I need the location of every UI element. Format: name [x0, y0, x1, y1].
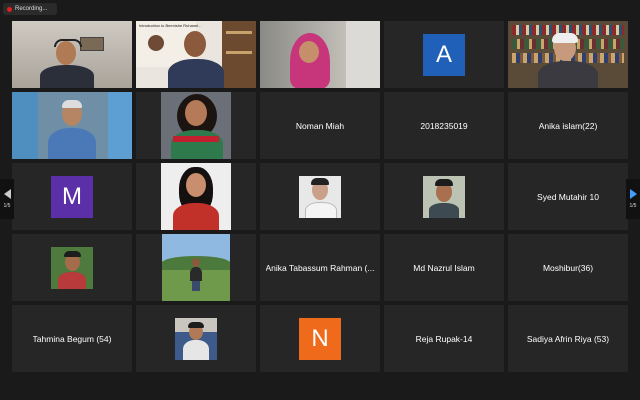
video-tile-man-door[interactable]	[12, 92, 132, 159]
participant-tile-anika-tabassum[interactable]: Anika Tabassum Rahman (...	[260, 234, 380, 301]
participant-tile-moshibur[interactable]: Moshibur(36)	[508, 234, 628, 301]
video-tile-man-glasses[interactable]	[384, 163, 504, 230]
video-feed	[161, 163, 231, 230]
avatar: A	[423, 33, 465, 76]
next-page-button[interactable]: 1/5	[626, 179, 640, 219]
video-feed	[508, 21, 628, 88]
video-tile-man-hill[interactable]	[136, 234, 256, 301]
record-dot-icon	[7, 6, 12, 12]
video-feed: Introduction to Beenishe Ruhanel...	[136, 21, 256, 88]
participant-name: Sadiya Afrin Riya (53)	[526, 333, 610, 344]
video-tile-woman-saree[interactable]	[136, 92, 256, 159]
participant-name: Reja Rupak-14	[415, 333, 473, 344]
participant-tile-m[interactable]: M	[12, 163, 132, 230]
video-tile-man-headset[interactable]	[12, 21, 132, 88]
participant-tile-2018235019[interactable]: 2018235019	[384, 92, 504, 159]
participant-tile-noman[interactable]: Noman Miah	[260, 92, 380, 159]
video-feed	[51, 246, 93, 289]
chevron-right-icon	[629, 189, 637, 199]
video-feed	[12, 92, 132, 159]
participant-tile-nazrul[interactable]: Md Nazrul Islam	[384, 234, 504, 301]
recording-label: Recording...	[15, 6, 48, 12]
participant-tile-a[interactable]: A	[384, 21, 504, 88]
gallery-grid: Introduction to Beenishe Ruhanel... A No…	[12, 21, 629, 373]
recording-indicator: Recording...	[3, 3, 57, 15]
participant-tile-sadiya[interactable]: Sadiya Afrin Riya (53)	[508, 305, 628, 372]
participant-tile-reja[interactable]: Reja Rupak-14	[384, 305, 504, 372]
video-feed	[423, 175, 465, 218]
video-tile-elder-bookshelf[interactable]	[508, 21, 628, 88]
participant-tile-anika-islam[interactable]: Anika islam(22)	[508, 92, 628, 159]
video-feed	[260, 21, 380, 88]
participant-tile-syed[interactable]: Syed Mutahir 10	[508, 163, 628, 230]
video-tile-child-chair[interactable]	[136, 305, 256, 372]
video-tile-man-poster[interactable]: Introduction to Beenishe Ruhanel...	[136, 21, 256, 88]
participant-tile-tahmina[interactable]: Tahmina Begum (54)	[12, 305, 132, 372]
participant-name: Anika Tabassum Rahman (...	[265, 262, 375, 273]
video-tile-woman-red[interactable]	[136, 163, 256, 230]
participant-name: Md Nazrul Islam	[413, 262, 475, 273]
video-tile-young-man[interactable]	[260, 163, 380, 230]
prev-page-button[interactable]: 1/5	[0, 179, 14, 219]
chevron-left-icon	[3, 189, 11, 199]
page-indicator: 1/5	[629, 203, 637, 209]
video-feed	[12, 21, 132, 88]
video-tile-woman-hijab[interactable]	[260, 21, 380, 88]
video-feed	[299, 175, 341, 218]
participant-name: Anika islam(22)	[538, 120, 598, 131]
participant-name: Syed Mutahir 10	[537, 191, 599, 202]
video-feed	[161, 92, 231, 159]
page-indicator: 1/5	[3, 203, 11, 209]
poster-text: Introduction to Beenishe Ruhanel...	[139, 23, 202, 28]
video-feed	[175, 317, 217, 360]
video-tile-man-garden[interactable]	[12, 234, 132, 301]
participant-name: Tahmina Begum (54)	[32, 333, 112, 344]
participant-name: 2018235019	[420, 120, 468, 131]
participant-name: Noman Miah	[295, 120, 345, 131]
avatar: N	[299, 317, 341, 360]
video-feed	[162, 234, 230, 301]
participant-name: Moshibur(36)	[542, 262, 594, 273]
participant-tile-n[interactable]: N	[260, 305, 380, 372]
avatar: M	[51, 175, 93, 218]
